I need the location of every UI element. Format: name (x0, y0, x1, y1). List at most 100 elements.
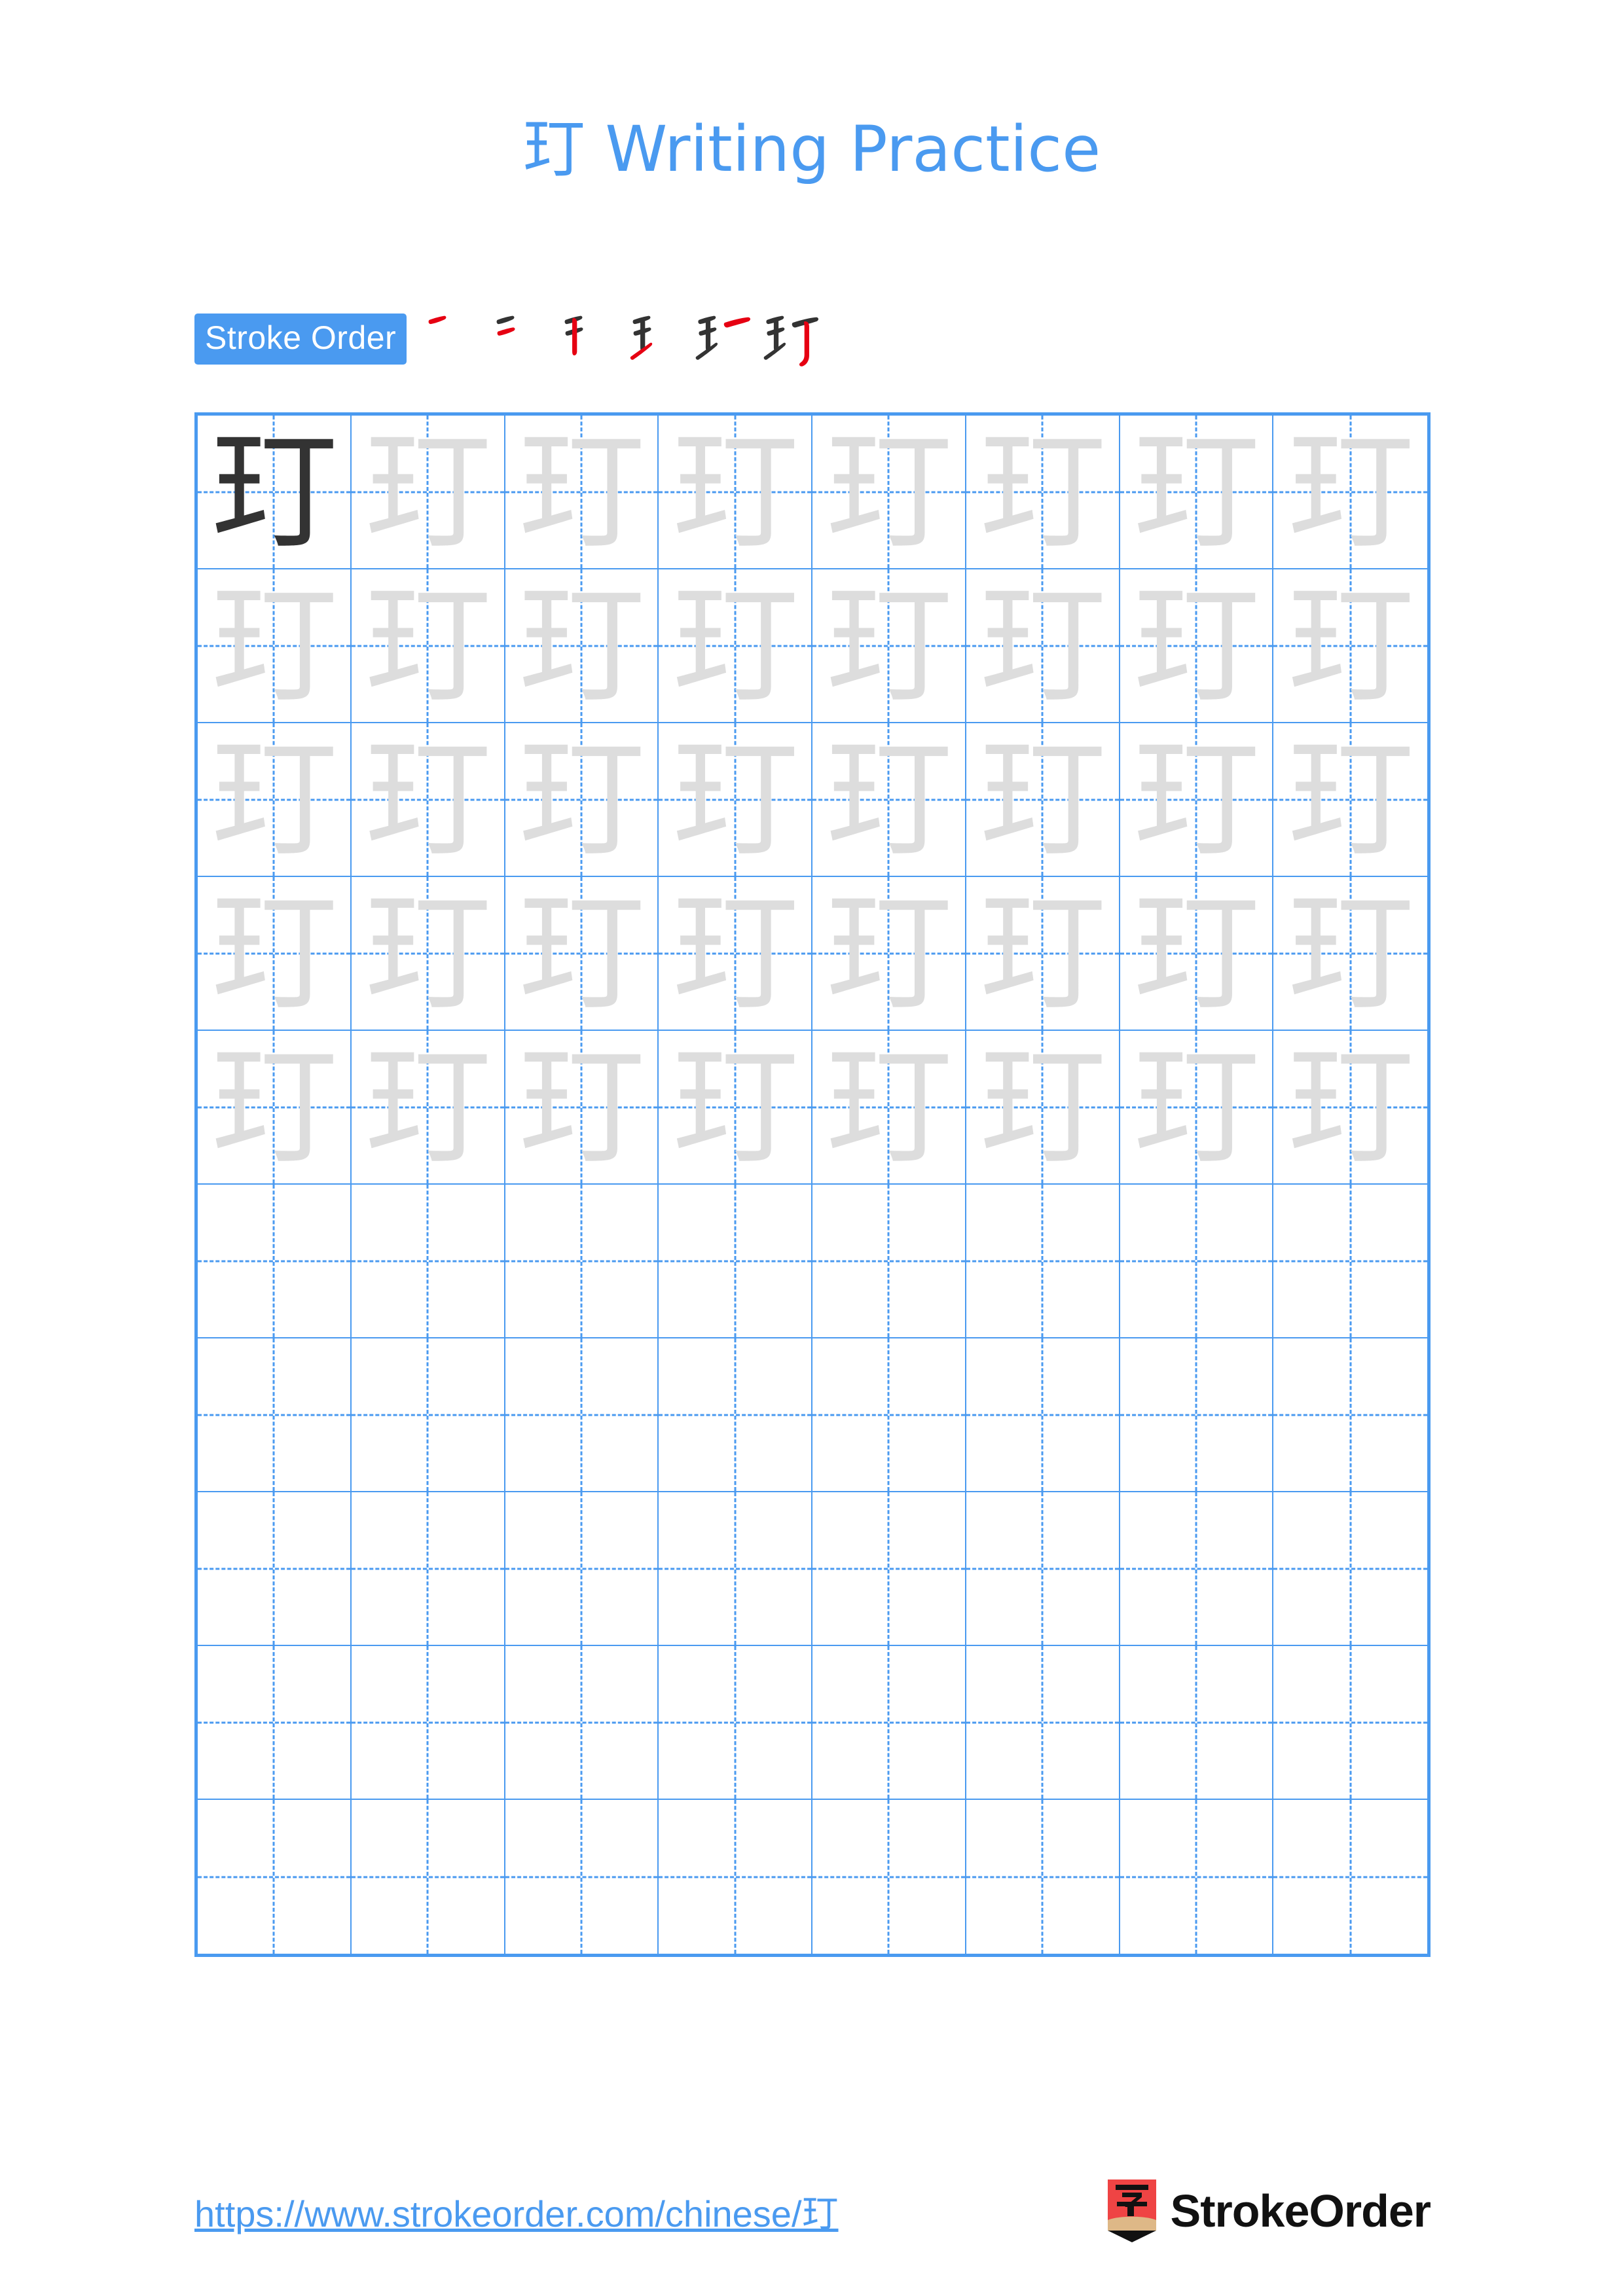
grid-cell-r6-c2[interactable] (351, 1185, 505, 1338)
grid-cell-r1-c6[interactable]: 玎 (966, 416, 1120, 569)
grid-cell-r5-c2[interactable]: 玎 (351, 1031, 505, 1185)
grid-cell-r1-c5[interactable]: 玎 (812, 416, 966, 569)
tracing-character: 玎 (1286, 725, 1415, 874)
grid-cell-r7-c7[interactable] (1120, 1338, 1274, 1492)
grid-cell-r2-c5[interactable]: 玎 (812, 569, 966, 723)
tracing-character: 玎 (210, 1032, 338, 1182)
grid-cell-r3-c6[interactable]: 玎 (966, 723, 1120, 877)
grid-cell-r10-c7[interactable] (1120, 1800, 1274, 1954)
tracing-character: 玎 (824, 417, 953, 567)
grid-cell-r2-c3[interactable]: 玎 (505, 569, 659, 723)
grid-cell-r4-c1[interactable]: 玎 (198, 877, 352, 1031)
tracing-character: 玎 (1286, 878, 1415, 1028)
grid-cell-r9-c3[interactable] (505, 1646, 659, 1800)
grid-cell-r10-c6[interactable] (966, 1800, 1120, 1954)
tracing-character: 玎 (670, 725, 799, 874)
grid-cell-r8-c3[interactable] (505, 1492, 659, 1646)
tracing-character: 玎 (1286, 1032, 1415, 1182)
grid-cell-r9-c8[interactable] (1273, 1646, 1427, 1800)
grid-cell-r10-c2[interactable] (352, 1800, 505, 1954)
grid-cell-r8-c6[interactable] (966, 1492, 1120, 1646)
grid-cell-r6-c5[interactable] (812, 1185, 966, 1338)
grid-cell-r5-c8[interactable]: 玎 (1273, 1031, 1427, 1185)
tracing-character: 玎 (1286, 571, 1415, 721)
grid-cell-r1-c8[interactable]: 玎 (1273, 416, 1427, 569)
grid-cell-r10-c3[interactable] (505, 1800, 659, 1954)
grid-cell-r7-c1[interactable] (198, 1338, 352, 1492)
grid-cell-r5-c5[interactable]: 玎 (812, 1031, 966, 1185)
grid-cell-r1-c7[interactable]: 玎 (1120, 416, 1274, 569)
grid-cell-r3-c1[interactable]: 玎 (198, 723, 352, 877)
footer-url-link[interactable]: https://www.strokeorder.com/chinese/玎 (194, 2185, 839, 2238)
stroke-order-frames (418, 305, 827, 373)
grid-cell-r6-c1[interactable] (198, 1185, 352, 1338)
grid-cell-r10-c5[interactable] (812, 1800, 966, 1954)
grid-cell-r7-c5[interactable] (812, 1338, 966, 1492)
grid-cell-r8-c2[interactable] (351, 1492, 505, 1646)
tracing-character: 玎 (363, 725, 492, 874)
grid-cell-r7-c4[interactable] (659, 1338, 812, 1492)
grid-cell-r4-c5[interactable]: 玎 (812, 877, 966, 1031)
grid-cell-r7-c8[interactable] (1273, 1338, 1427, 1492)
grid-cell-r9-c2[interactable] (351, 1646, 505, 1800)
stroke-order-section: Stroke Order (194, 302, 827, 376)
grid-cell-r9-c4[interactable] (659, 1646, 812, 1800)
grid-cell-r1-c3[interactable]: 玎 (505, 416, 659, 569)
grid-cell-r2-c2[interactable]: 玎 (351, 569, 505, 723)
grid-cell-r6-c6[interactable] (966, 1185, 1120, 1338)
grid-cell-r4-c2[interactable]: 玎 (351, 877, 505, 1031)
grid-cell-r8-c8[interactable] (1273, 1492, 1427, 1646)
grid-cell-r3-c8[interactable]: 玎 (1273, 723, 1427, 877)
grid-cell-r2-c4[interactable]: 玎 (659, 569, 812, 723)
grid-cell-r7-c2[interactable] (351, 1338, 505, 1492)
grid-cell-r10-c1[interactable] (198, 1800, 352, 1954)
grid-cell-r1-c2[interactable]: 玎 (351, 416, 505, 569)
tracing-character: 玎 (978, 725, 1107, 874)
grid-cell-r6-c3[interactable] (505, 1185, 659, 1338)
grid-cell-r3-c5[interactable]: 玎 (812, 723, 966, 877)
grid-cell-r5-c4[interactable]: 玎 (659, 1031, 812, 1185)
grid-cell-r4-c7[interactable]: 玎 (1120, 877, 1274, 1031)
grid-cell-r2-c7[interactable]: 玎 (1120, 569, 1274, 723)
grid-cell-r9-c7[interactable] (1120, 1646, 1274, 1800)
grid-cell-r8-c7[interactable] (1120, 1492, 1274, 1646)
grid-cell-r2-c8[interactable]: 玎 (1273, 569, 1427, 723)
footer: https://www.strokeorder.com/chinese/玎 St… (0, 2179, 1623, 2258)
grid-cell-r9-c5[interactable] (812, 1646, 966, 1800)
page-title-text: 玎 Writing Practice (522, 113, 1101, 186)
grid-cell-r10-c8[interactable] (1273, 1800, 1427, 1954)
grid-cell-r4-c8[interactable]: 玎 (1273, 877, 1427, 1031)
grid-cell-r8-c1[interactable] (198, 1492, 352, 1646)
grid-cell-r9-c1[interactable] (198, 1646, 352, 1800)
tracing-character: 玎 (670, 878, 799, 1028)
grid-cell-r1-c1[interactable]: 玎 (198, 416, 352, 569)
brand-logo[interactable]: StrokeOrder (1107, 2179, 1431, 2242)
tracing-character: 玎 (363, 417, 492, 567)
grid-cell-r6-c4[interactable] (659, 1185, 812, 1338)
stroke-frame-4 (623, 305, 691, 373)
grid-cell-r5-c6[interactable]: 玎 (966, 1031, 1120, 1185)
grid-cell-r6-c7[interactable] (1120, 1185, 1274, 1338)
grid-cell-r3-c3[interactable]: 玎 (505, 723, 659, 877)
model-character: 玎 (210, 417, 338, 567)
grid-cell-r4-c4[interactable]: 玎 (659, 877, 812, 1031)
grid-cell-r1-c4[interactable]: 玎 (659, 416, 812, 569)
grid-cell-r2-c6[interactable]: 玎 (966, 569, 1120, 723)
grid-cell-r3-c2[interactable]: 玎 (351, 723, 505, 877)
grid-cell-r9-c6[interactable] (966, 1646, 1120, 1800)
grid-cell-r7-c6[interactable] (966, 1338, 1120, 1492)
grid-cell-r4-c3[interactable]: 玎 (505, 877, 659, 1031)
stroke-frame-3 (555, 305, 623, 373)
grid-cell-r10-c4[interactable] (659, 1800, 812, 1954)
grid-cell-r5-c1[interactable]: 玎 (198, 1031, 352, 1185)
grid-cell-r6-c8[interactable] (1273, 1185, 1427, 1338)
grid-cell-r3-c4[interactable]: 玎 (659, 723, 812, 877)
grid-cell-r3-c7[interactable]: 玎 (1120, 723, 1274, 877)
grid-cell-r2-c1[interactable]: 玎 (198, 569, 352, 723)
grid-cell-r5-c7[interactable]: 玎 (1120, 1031, 1274, 1185)
grid-cell-r8-c4[interactable] (659, 1492, 812, 1646)
grid-cell-r4-c6[interactable]: 玎 (966, 877, 1120, 1031)
grid-cell-r5-c3[interactable]: 玎 (505, 1031, 659, 1185)
grid-cell-r8-c5[interactable] (812, 1492, 966, 1646)
grid-cell-r7-c3[interactable] (505, 1338, 659, 1492)
